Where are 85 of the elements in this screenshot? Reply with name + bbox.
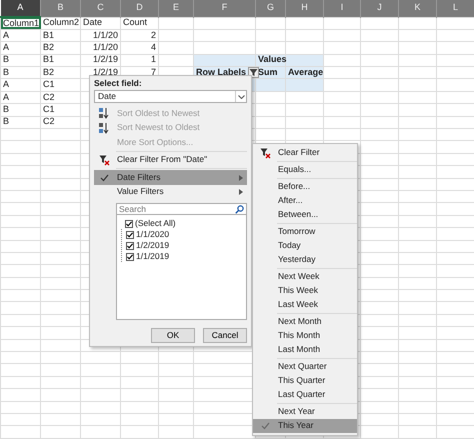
table-cell: B (0, 66, 40, 79)
table-cell: 1/1/20 (80, 42, 120, 54)
field-dropdown[interactable]: Date (94, 90, 247, 104)
table-cell: C2 (40, 116, 80, 129)
menu-item[interactable]: Before... (253, 180, 357, 194)
column-header[interactable]: H (286, 0, 324, 17)
column-header[interactable]: K (398, 0, 436, 17)
checkbox[interactable] (126, 230, 134, 239)
menu-item[interactable]: Next Month (253, 315, 357, 329)
table-cell: A (0, 78, 40, 92)
column-header[interactable]: A (0, 0, 40, 17)
table-cell: C2 (40, 91, 80, 104)
menu-item[interactable]: Next Quarter (253, 360, 357, 374)
pivot-header: Row Labels (196, 66, 246, 77)
clear-filter-icon (98, 154, 110, 166)
field-label: Select field: (94, 79, 143, 88)
menu-item[interactable]: Next Year (253, 405, 357, 419)
column-header[interactable]: D (120, 0, 158, 17)
menu-item[interactable]: This Year (253, 419, 357, 433)
search-input[interactable]: Search (119, 204, 235, 214)
search-field[interactable]: Search (116, 203, 247, 216)
column-header[interactable]: G (256, 0, 286, 17)
table-cell: C1 (40, 78, 80, 92)
dialog-button[interactable]: Cancel (203, 328, 247, 344)
table-cell: B1 (40, 29, 80, 42)
menu-item[interactable]: This Quarter (253, 374, 357, 388)
menu-item[interactable]: This Week (253, 284, 357, 298)
menu-item[interactable]: Today (253, 239, 357, 253)
menu-item[interactable]: Value Filters (94, 184, 247, 200)
menu-item[interactable]: Clear Filter From "Date" (94, 152, 247, 168)
check-icon (260, 421, 270, 431)
table-cell: 1/1/20 (80, 29, 120, 42)
dialog-button[interactable]: OK (151, 328, 195, 344)
checkbox-label: (Select All) (135, 219, 176, 229)
column-header[interactable]: I (324, 0, 360, 17)
table-cell: B1 (40, 54, 80, 67)
menu-item[interactable]: Tomorrow (253, 225, 357, 239)
column-header[interactable]: L (436, 0, 474, 17)
menu-item[interactable]: Last Month (253, 343, 357, 357)
checkbox[interactable] (125, 220, 133, 228)
column-header[interactable]: C (80, 0, 120, 17)
menu-item[interactable]: Last Quarter (253, 388, 357, 402)
table-cell: B2 (40, 66, 80, 79)
column-header[interactable]: F (194, 0, 256, 17)
menu-item[interactable]: Equals... (253, 163, 357, 177)
table-cell: 2 (120, 29, 158, 42)
menu-item[interactable]: Date Filters (94, 170, 247, 185)
menu-item[interactable]: This Month (253, 329, 357, 343)
pivot-header: Average (286, 66, 324, 79)
checkbox-label: 1/1/2020 (136, 230, 170, 240)
column-header[interactable]: J (360, 0, 398, 17)
clear-filter-icon (260, 148, 270, 158)
column-header[interactable]: E (158, 0, 194, 17)
checkbox-label: 1/2/2019 (136, 241, 170, 251)
table-cell: Date (80, 17, 120, 30)
table-cell: C1 (40, 104, 80, 116)
table-cell: 1 (120, 54, 158, 67)
dropdown-arrow-icon (235, 91, 246, 102)
search-icon (235, 204, 244, 214)
table-cell: Column1 (0, 17, 40, 30)
table-cell: Count (120, 17, 158, 30)
table-cell: B (0, 116, 40, 129)
table-cell: A (0, 42, 40, 54)
checkbox[interactable] (126, 252, 134, 261)
menu-item[interactable]: Next Week (253, 270, 357, 284)
table-cell: A (0, 91, 40, 104)
menu-item[interactable]: Clear Filter (253, 146, 357, 160)
menu-item[interactable]: Between... (253, 208, 357, 222)
sort-descending-icon (99, 122, 109, 134)
table-cell: 4 (120, 42, 158, 54)
checkbox[interactable] (126, 242, 134, 250)
table-cell: B (0, 104, 40, 116)
checkbox-label: 1/1/2019 (136, 252, 170, 262)
column-header[interactable]: B (40, 0, 80, 17)
table-cell: B2 (40, 42, 80, 54)
table-cell: Column2 (40, 17, 80, 30)
menu-item[interactable]: After... (253, 194, 357, 208)
table-cell: A (0, 29, 40, 42)
table-cell: 1/2/19 (80, 54, 120, 67)
filter-button[interactable] (248, 67, 259, 78)
check-icon (100, 172, 108, 182)
menu-item[interactable]: Yesterday (253, 253, 357, 267)
menu-item[interactable]: Last Week (253, 298, 357, 312)
sort-ascending-icon (99, 108, 109, 120)
table-cell: B (0, 54, 40, 67)
